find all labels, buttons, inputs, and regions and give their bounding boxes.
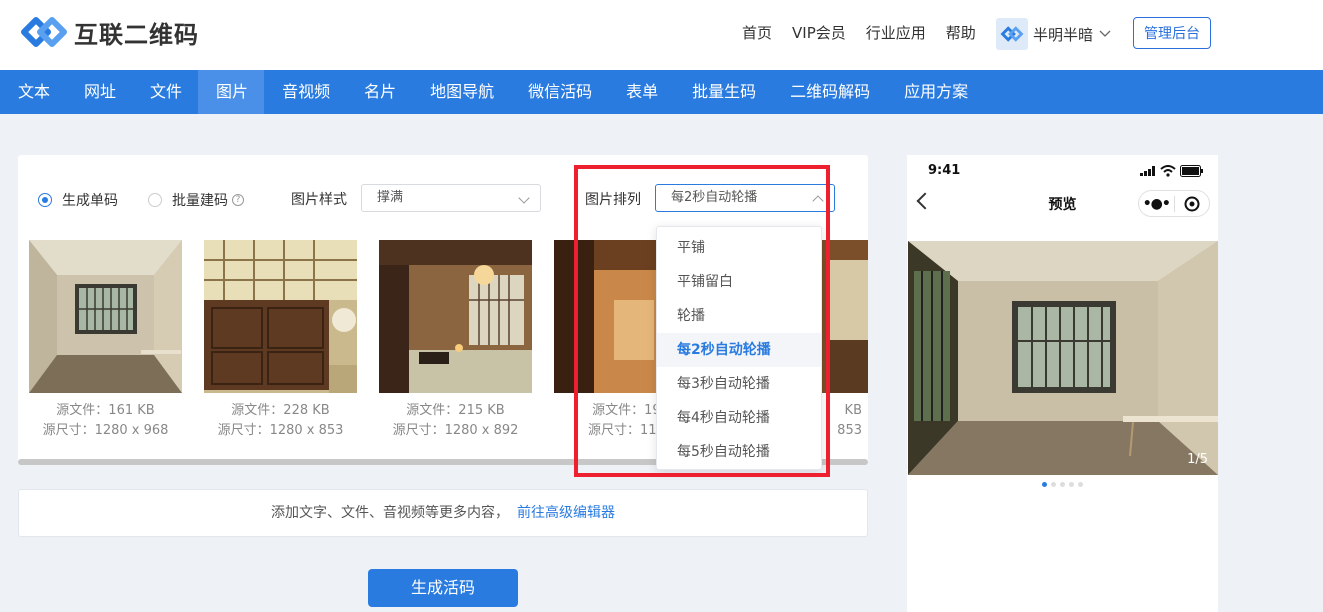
radio-single-code[interactable]: 生成单码	[38, 190, 118, 210]
tab-audio-video[interactable]: 音视频	[264, 70, 346, 114]
image-style-value: 撑满	[377, 190, 404, 205]
tab-solutions[interactable]: 应用方案	[886, 70, 984, 114]
tab-file[interactable]: 文件	[132, 70, 198, 114]
image-thumb[interactable]: 源文件：228 KB 源尺寸：1280 x 853	[204, 240, 357, 441]
avatar	[996, 18, 1028, 50]
advanced-editor-note: 添加文字、文件、音视频等更多内容， 前往高级编辑器	[18, 489, 868, 537]
chevron-down-icon	[1099, 27, 1111, 41]
generate-button[interactable]: 生成活码	[368, 569, 518, 607]
radio-dot[interactable]	[148, 193, 162, 207]
topnav-vip[interactable]: VIP会员	[792, 22, 846, 43]
room-photo	[379, 240, 532, 393]
tab-qr-decode[interactable]: 二维码解码	[772, 70, 886, 114]
tab-wechat-live-code[interactable]: 微信活码	[510, 70, 608, 114]
advanced-editor-link[interactable]: 前往高级编辑器	[517, 505, 615, 521]
highlight-box	[574, 165, 830, 477]
phone-preview: 9:41 预览 •●• 1/5	[907, 155, 1218, 612]
image-size-text: 源文件：161 KB	[56, 403, 155, 418]
tab-map-navigation[interactable]: 地图导航	[412, 70, 510, 114]
carousel-counter: 1/5	[1187, 452, 1208, 467]
topnav-home[interactable]: 首页	[742, 22, 772, 43]
status-time: 9:41	[928, 163, 961, 178]
carousel-dot[interactable]	[1051, 482, 1056, 487]
image-size-text: 源文件：228 KB	[231, 403, 330, 418]
tab-text[interactable]: 文本	[0, 70, 66, 114]
room-photo	[204, 240, 357, 393]
image-thumb[interactable]: 源文件：161 KB 源尺寸：1280 x 968	[29, 240, 182, 441]
image-dims-text: 源尺寸：1280 x 892	[392, 423, 519, 438]
room-photo	[29, 240, 182, 393]
radio-single-label: 生成单码	[62, 193, 118, 209]
carousel-dots	[907, 482, 1218, 487]
help-icon[interactable]: ?	[232, 194, 244, 206]
carousel-dot[interactable]	[1060, 482, 1065, 487]
image-dims-text: 源尺寸：1280 x 968	[42, 423, 169, 438]
topnav-industry[interactable]: 行业应用	[866, 22, 926, 43]
wifi-icon	[1160, 165, 1176, 177]
battery-icon	[1180, 165, 1203, 177]
brand-logo-icon	[20, 13, 68, 51]
main-nav: 文本 网址 文件 图片 音视频 名片 地图导航 微信活码 表单 批量生码 二维码…	[0, 70, 1323, 114]
header: 互联二维码 首页 VIP会员 行业应用 帮助 半明半暗 管理后台	[0, 0, 1323, 70]
close-target-icon[interactable]	[1174, 196, 1209, 212]
image-size-text: 源文件：215 KB	[406, 403, 505, 418]
tab-batch-generate[interactable]: 批量生码	[674, 70, 772, 114]
admin-button[interactable]: 管理后台	[1133, 17, 1211, 49]
brand-name: 互联二维码	[74, 20, 199, 49]
radio-dot-selected[interactable]	[38, 193, 52, 207]
topnav-help[interactable]: 帮助	[946, 22, 976, 43]
logo[interactable]: 互联二维码	[20, 13, 199, 51]
chevron-down-icon	[518, 192, 530, 204]
radio-batch-label: 批量建码	[172, 193, 228, 209]
tab-url[interactable]: 网址	[66, 70, 132, 114]
carousel-dot-active[interactable]	[1042, 482, 1047, 487]
user-menu[interactable]: 半明半暗	[996, 18, 1111, 50]
avatar-logo-icon	[1000, 26, 1024, 42]
tab-form[interactable]: 表单	[608, 70, 674, 114]
user-name: 半明半暗	[1033, 25, 1094, 44]
signal-icon	[1140, 166, 1155, 176]
more-icon[interactable]: •●•	[1139, 196, 1174, 212]
miniprogram-capsule[interactable]: •●•	[1138, 190, 1210, 217]
carousel-dot[interactable]	[1069, 482, 1074, 487]
image-style-select[interactable]: 撑满	[361, 184, 541, 212]
note-text: 添加文字、文件、音视频等更多内容，	[271, 505, 509, 521]
image-style-label: 图片样式	[291, 192, 347, 208]
image-dims-text: 源尺寸：1280 x 853	[217, 423, 344, 438]
status-icons	[1140, 165, 1204, 177]
preview-image[interactable]: 1/5	[908, 241, 1218, 475]
carousel-dot[interactable]	[1078, 482, 1083, 487]
image-thumb[interactable]: 源文件：215 KB 源尺寸：1280 x 892	[379, 240, 532, 441]
radio-batch-code[interactable]: 批量建码 ?	[148, 190, 244, 210]
top-nav: 首页 VIP会员 行业应用 帮助	[742, 22, 996, 43]
tab-image[interactable]: 图片	[198, 70, 265, 114]
tab-business-card[interactable]: 名片	[346, 70, 412, 114]
